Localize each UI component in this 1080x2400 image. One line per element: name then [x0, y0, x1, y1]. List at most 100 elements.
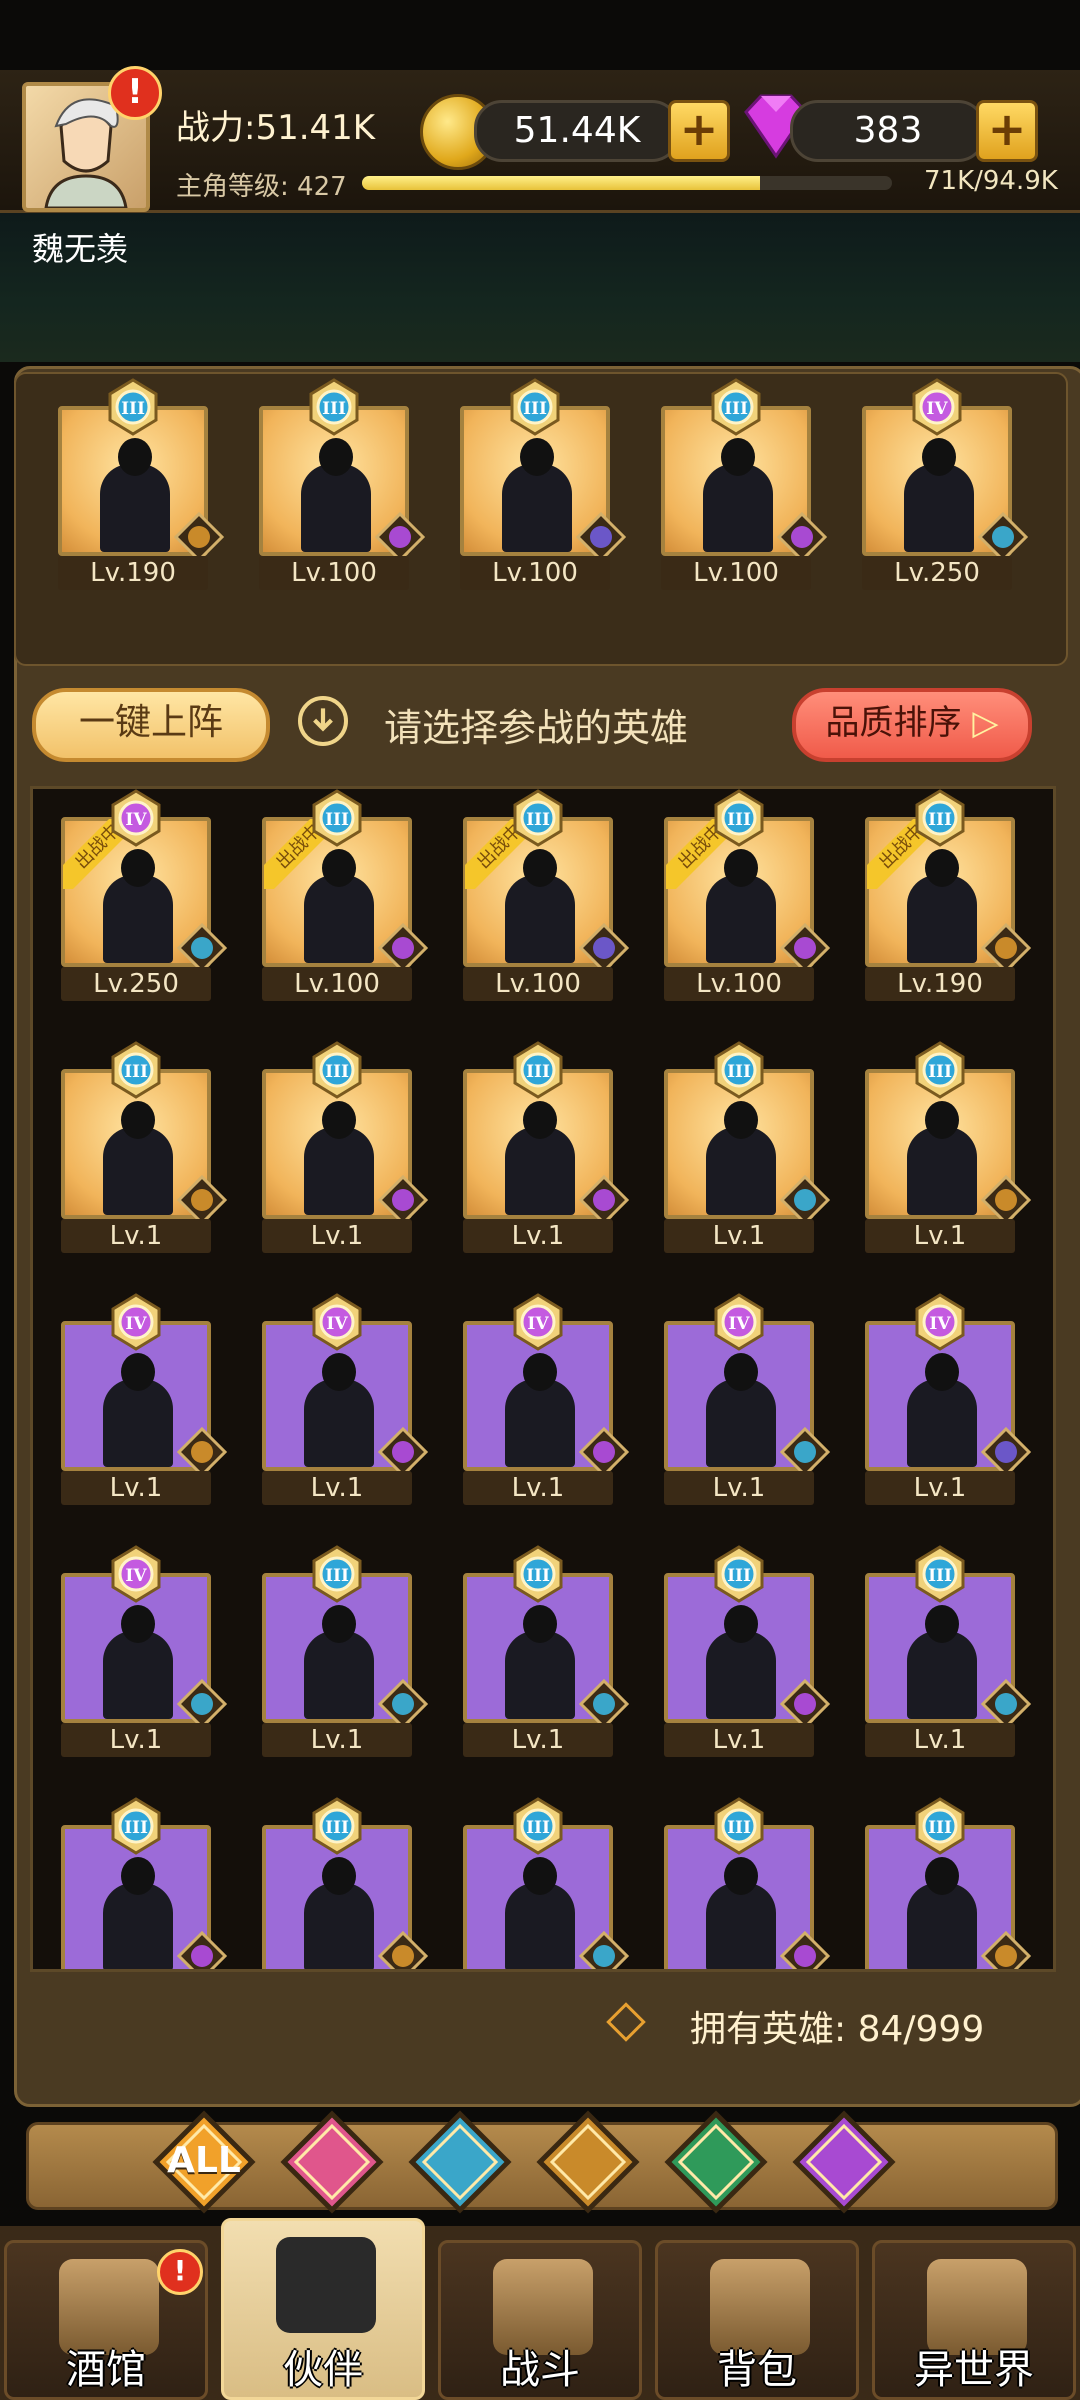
team-hero-card[interactable]: III Lv.100 — [259, 378, 426, 590]
svg-text:III: III — [526, 1566, 550, 1586]
hero-level: Lv.1 — [262, 1219, 412, 1253]
select-hero-hint: 请选择参战的英雄 — [384, 706, 689, 750]
owned-hero-card[interactable]: 出战中 IV Lv.250 — [61, 789, 228, 1001]
owned-hero-card[interactable]: III Lv.1 — [61, 1041, 228, 1253]
add-gems-button[interactable]: + — [976, 100, 1038, 162]
owned-hero-card[interactable]: IV Lv.1 — [664, 1293, 831, 1505]
nav-battle-swords-tab[interactable]: 战斗 — [438, 2240, 642, 2400]
elf-icon — [779, 1426, 831, 1478]
rank-iv-badge-icon: IV — [911, 1293, 969, 1351]
hero-head — [523, 1605, 557, 1643]
rank-iii-badge-icon: III — [707, 378, 765, 436]
xp-progress-fill — [362, 176, 760, 190]
owned-hero-card[interactable]: III — [463, 1797, 630, 1969]
hero-silhouette — [505, 1605, 575, 1719]
svg-text:III: III — [325, 1818, 349, 1838]
nav-label: 伙伴 — [283, 2347, 363, 2393]
svg-text:III: III — [526, 1062, 550, 1082]
hero-silhouette — [103, 1353, 173, 1467]
lion-icon — [980, 1174, 1032, 1226]
owned-hero-card[interactable]: III Lv.1 — [463, 1545, 630, 1757]
gold-amount: 51.44K — [474, 100, 680, 162]
owned-hero-card[interactable]: IV Lv.1 — [61, 1545, 228, 1757]
owned-hero-card[interactable]: III Lv.1 — [865, 1545, 1032, 1757]
svg-text:III: III — [724, 399, 748, 419]
filter-nature-icon[interactable] — [664, 2110, 768, 2214]
rank-iii-badge-icon: III — [509, 789, 567, 847]
owned-hero-card[interactable]: III Lv.1 — [664, 1545, 831, 1757]
hero-head — [319, 438, 353, 476]
nav-alert-badge: ! — [157, 2249, 203, 2295]
owned-hero-card[interactable]: 出战中 III Lv.100 — [262, 789, 429, 1001]
owned-hero-card[interactable]: 出战中 III Lv.100 — [664, 789, 831, 1001]
hero-level: Lv.1 — [463, 1471, 613, 1505]
demon-icon — [176, 1930, 228, 1969]
owned-hero-card[interactable]: IV Lv.1 — [262, 1293, 429, 1505]
hero-level: Lv.1 — [463, 1723, 613, 1757]
team-hero-card[interactable]: III Lv.190 — [58, 378, 225, 590]
rank-iii-badge-icon: III — [308, 1545, 366, 1603]
demon-icon — [377, 1174, 429, 1226]
team-hero-card[interactable]: III Lv.100 — [661, 378, 828, 590]
lion-icon — [173, 511, 225, 563]
rank-iii-badge-icon: III — [308, 1797, 366, 1855]
demon-icon — [377, 1426, 429, 1478]
owned-hero-card[interactable]: 出战中 III Lv.100 — [463, 789, 630, 1001]
hero-silhouette — [706, 1101, 776, 1215]
owned-hero-card[interactable]: IV Lv.1 — [61, 1293, 228, 1505]
owned-hero-card[interactable]: III — [664, 1797, 831, 1969]
hero-head — [322, 1101, 356, 1139]
download-arrow-icon — [298, 696, 348, 746]
nav-portal-tab[interactable]: 异世界 — [872, 2240, 1076, 2400]
owned-hero-card[interactable]: III — [262, 1797, 429, 1969]
add-gold-button[interactable]: + — [668, 100, 730, 162]
hero-level: Lv.250 — [61, 967, 211, 1001]
owned-hero-card[interactable]: 出战中 III Lv.190 — [865, 789, 1032, 1001]
svg-text:IV: IV — [326, 1314, 348, 1334]
owned-hero-card[interactable]: IV Lv.1 — [865, 1293, 1032, 1505]
hero-silhouette — [103, 1605, 173, 1719]
owned-hero-card[interactable]: III Lv.1 — [664, 1041, 831, 1253]
nav-backpack-tab[interactable]: 背包 — [655, 2240, 859, 2400]
one-key-deploy-button[interactable]: 一键上阵 — [32, 688, 270, 762]
svg-text:III: III — [727, 1818, 751, 1838]
svg-text:IV: IV — [125, 1314, 147, 1334]
owned-hero-card[interactable]: III Lv.1 — [865, 1041, 1032, 1253]
hero-silhouette — [907, 1353, 977, 1467]
gem-amount: 383 — [790, 100, 986, 162]
filter-lion-icon[interactable] — [536, 2110, 640, 2214]
demon-icon — [776, 511, 828, 563]
owned-hero-card[interactable]: IV Lv.1 — [463, 1293, 630, 1505]
rank-iv-badge-icon: IV — [308, 1293, 366, 1351]
filter-elf-icon[interactable] — [408, 2110, 512, 2214]
rank-iv-badge-icon: IV — [107, 789, 165, 847]
elf-icon — [377, 1678, 429, 1730]
owned-hero-card[interactable]: III Lv.1 — [262, 1041, 429, 1253]
owned-hero-card[interactable]: III Lv.1 — [262, 1545, 429, 1757]
svg-text:III: III — [322, 399, 346, 419]
nav-partner-tab[interactable]: 伙伴 — [221, 2218, 425, 2400]
hero-head — [121, 1605, 155, 1643]
quality-sort-button[interactable]: 品质排序 ▷ — [792, 688, 1032, 762]
hero-head — [925, 1857, 959, 1895]
hero-head — [724, 1353, 758, 1391]
hero-silhouette — [304, 1857, 374, 1969]
lion-icon — [176, 1426, 228, 1478]
rank-iii-badge-icon: III — [509, 1797, 567, 1855]
owned-hero-card[interactable]: III — [61, 1797, 228, 1969]
filter-crown-icon[interactable] — [280, 2110, 384, 2214]
hero-head — [721, 438, 755, 476]
filter-all-icon[interactable]: ALL — [152, 2110, 256, 2214]
background-scene — [0, 212, 1080, 362]
elf-icon — [779, 1174, 831, 1226]
hero-head — [520, 438, 554, 476]
nav-tavern-mug-tab[interactable]: 酒馆! — [4, 2240, 208, 2400]
filter-demon-icon[interactable] — [792, 2110, 896, 2214]
hero-level: Lv.1 — [463, 1219, 613, 1253]
owned-hero-card[interactable]: III — [865, 1797, 1032, 1969]
hero-head — [922, 438, 956, 476]
team-hero-card[interactable]: III Lv.100 — [460, 378, 627, 590]
demon-icon — [377, 922, 429, 974]
team-hero-card[interactable]: IV Lv.250 — [862, 378, 1029, 590]
owned-hero-card[interactable]: III Lv.1 — [463, 1041, 630, 1253]
